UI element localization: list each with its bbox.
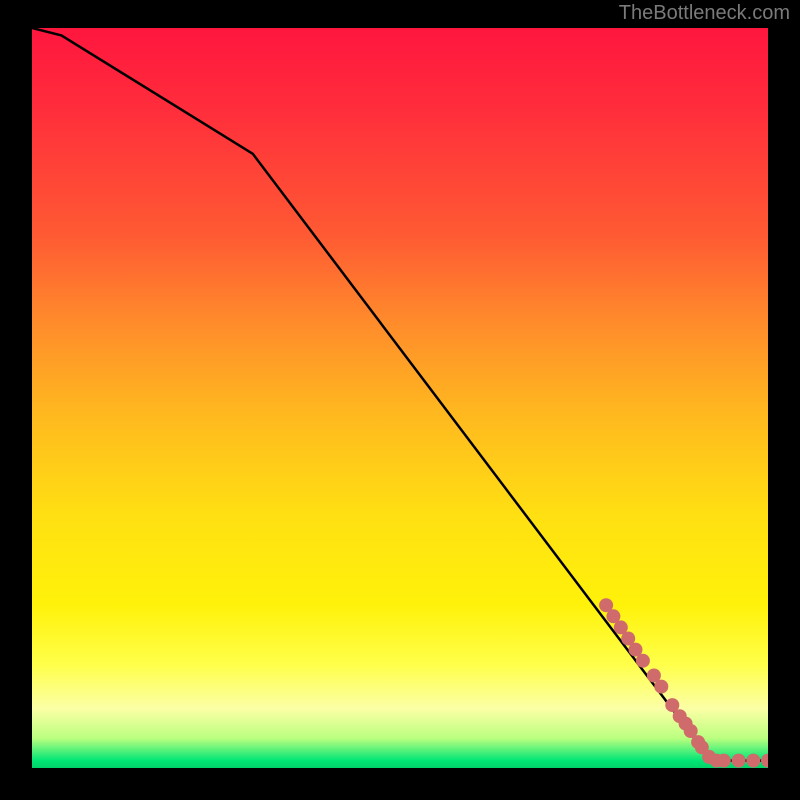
scatter-series — [599, 598, 768, 767]
data-point — [746, 754, 760, 768]
chart-frame: TheBottleneck.com — [0, 0, 800, 800]
chart-overlay — [32, 28, 768, 768]
data-point — [732, 754, 746, 768]
data-point — [761, 754, 768, 768]
trend-line — [32, 28, 768, 761]
line-series — [32, 28, 768, 761]
data-point — [717, 754, 731, 768]
watermark-text: TheBottleneck.com — [619, 2, 790, 25]
data-point — [654, 680, 668, 694]
data-point — [636, 654, 650, 668]
